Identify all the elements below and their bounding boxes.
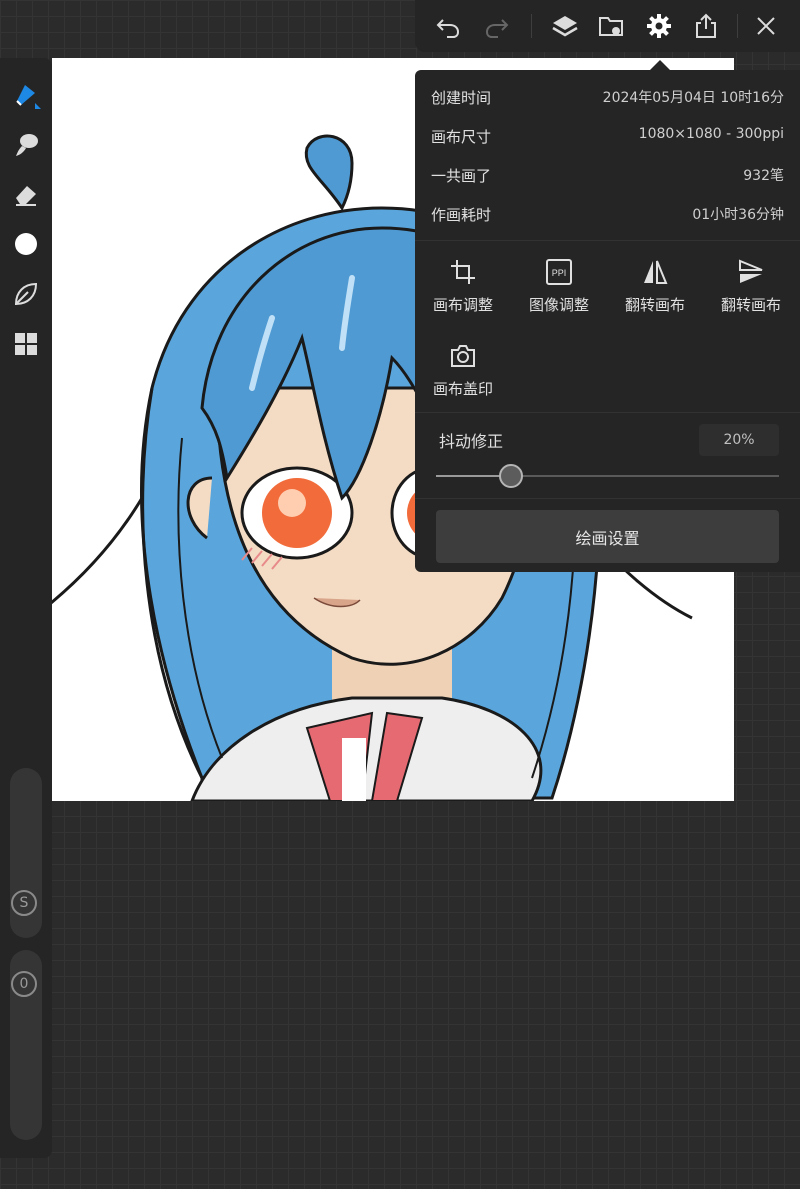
- flip-horizontal-label: 翻转画布: [624, 296, 685, 314]
- panel-divider: [415, 498, 800, 499]
- image-folder-icon[interactable]: [593, 8, 629, 44]
- canvas-adjust-button[interactable]: 画布调整: [415, 254, 511, 324]
- size-knob-label: S: [19, 895, 29, 911]
- flip-horizontal-button[interactable]: 翻转画布: [607, 254, 703, 324]
- tool-sidebar: S 0: [0, 58, 52, 1158]
- layers-icon[interactable]: [547, 8, 583, 44]
- popover-arrow: [650, 60, 670, 70]
- stabilizer-value[interactable]: 20%: [699, 424, 779, 456]
- image-adjust-label: 图像调整: [528, 296, 589, 314]
- duration-label: 作画耗时: [431, 206, 492, 224]
- flip-vertical-label: 翻转画布: [720, 296, 781, 314]
- color-dot-icon[interactable]: [8, 226, 44, 262]
- created-label: 创建时间: [431, 89, 492, 107]
- redo-icon[interactable]: [479, 8, 515, 44]
- toolbar-divider: [737, 14, 738, 38]
- canvas-stamp-button[interactable]: 画布盖印: [415, 338, 511, 408]
- opacity-knob-label: 0: [19, 976, 29, 992]
- panel-divider: [415, 240, 800, 241]
- info-created: 创建时间 2024年05月04日 10时16分: [431, 87, 784, 111]
- close-icon[interactable]: [748, 8, 784, 44]
- info-canvas-size: 画布尺寸 1080×1080 - 300ppi: [431, 126, 784, 150]
- canvas-settings-panel: 创建时间 2024年05月04日 10时16分 画布尺寸 1080×1080 -…: [415, 70, 800, 572]
- pen-icon[interactable]: [8, 76, 44, 112]
- size-label: 画布尺寸: [431, 128, 492, 146]
- canvas-stamp-label: 画布盖印: [432, 380, 493, 398]
- flip-horizontal-icon: [607, 254, 703, 290]
- leaf-icon[interactable]: [8, 276, 44, 312]
- opacity-knob[interactable]: 0: [11, 971, 37, 997]
- stabilizer-knob[interactable]: [499, 464, 524, 488]
- brush-size-knob[interactable]: S: [11, 890, 37, 916]
- undo-icon[interactable]: [430, 8, 466, 44]
- size-value: 1080×1080 - 300ppi: [638, 126, 784, 142]
- camera-icon: [415, 338, 511, 374]
- strokes-label: 一共画了: [431, 167, 492, 185]
- created-value: 2024年05月04日 10时16分: [602, 90, 784, 106]
- flip-vertical-button[interactable]: 翻转画布: [703, 254, 799, 324]
- top-toolbar: [415, 0, 800, 52]
- eraser-icon[interactable]: [8, 176, 44, 212]
- grid-icon[interactable]: [8, 326, 44, 362]
- canvas-adjust-label: 画布调整: [432, 296, 493, 314]
- gear-icon[interactable]: [641, 8, 677, 44]
- toolbar-divider: [531, 14, 532, 38]
- stabilizer-slider[interactable]: [436, 464, 779, 488]
- flip-vertical-icon: [703, 254, 799, 290]
- brush-icon[interactable]: [8, 126, 44, 162]
- ppi-icon: PPI: [511, 254, 607, 290]
- image-adjust-button[interactable]: PPI 图像调整: [511, 254, 607, 324]
- duration-value: 01小时36分钟: [692, 207, 784, 223]
- crop-icon: [415, 254, 511, 290]
- share-icon[interactable]: [688, 8, 724, 44]
- panel-divider: [415, 412, 800, 413]
- stabilizer-label: 抖动修正: [439, 432, 504, 451]
- info-strokes: 一共画了 932笔: [431, 165, 784, 189]
- ppi-icon-text: PPI: [552, 268, 567, 278]
- info-duration: 作画耗时 01小时36分钟: [431, 204, 784, 228]
- draw-settings-button[interactable]: 绘画设置: [436, 510, 779, 563]
- strokes-value: 932笔: [743, 168, 784, 184]
